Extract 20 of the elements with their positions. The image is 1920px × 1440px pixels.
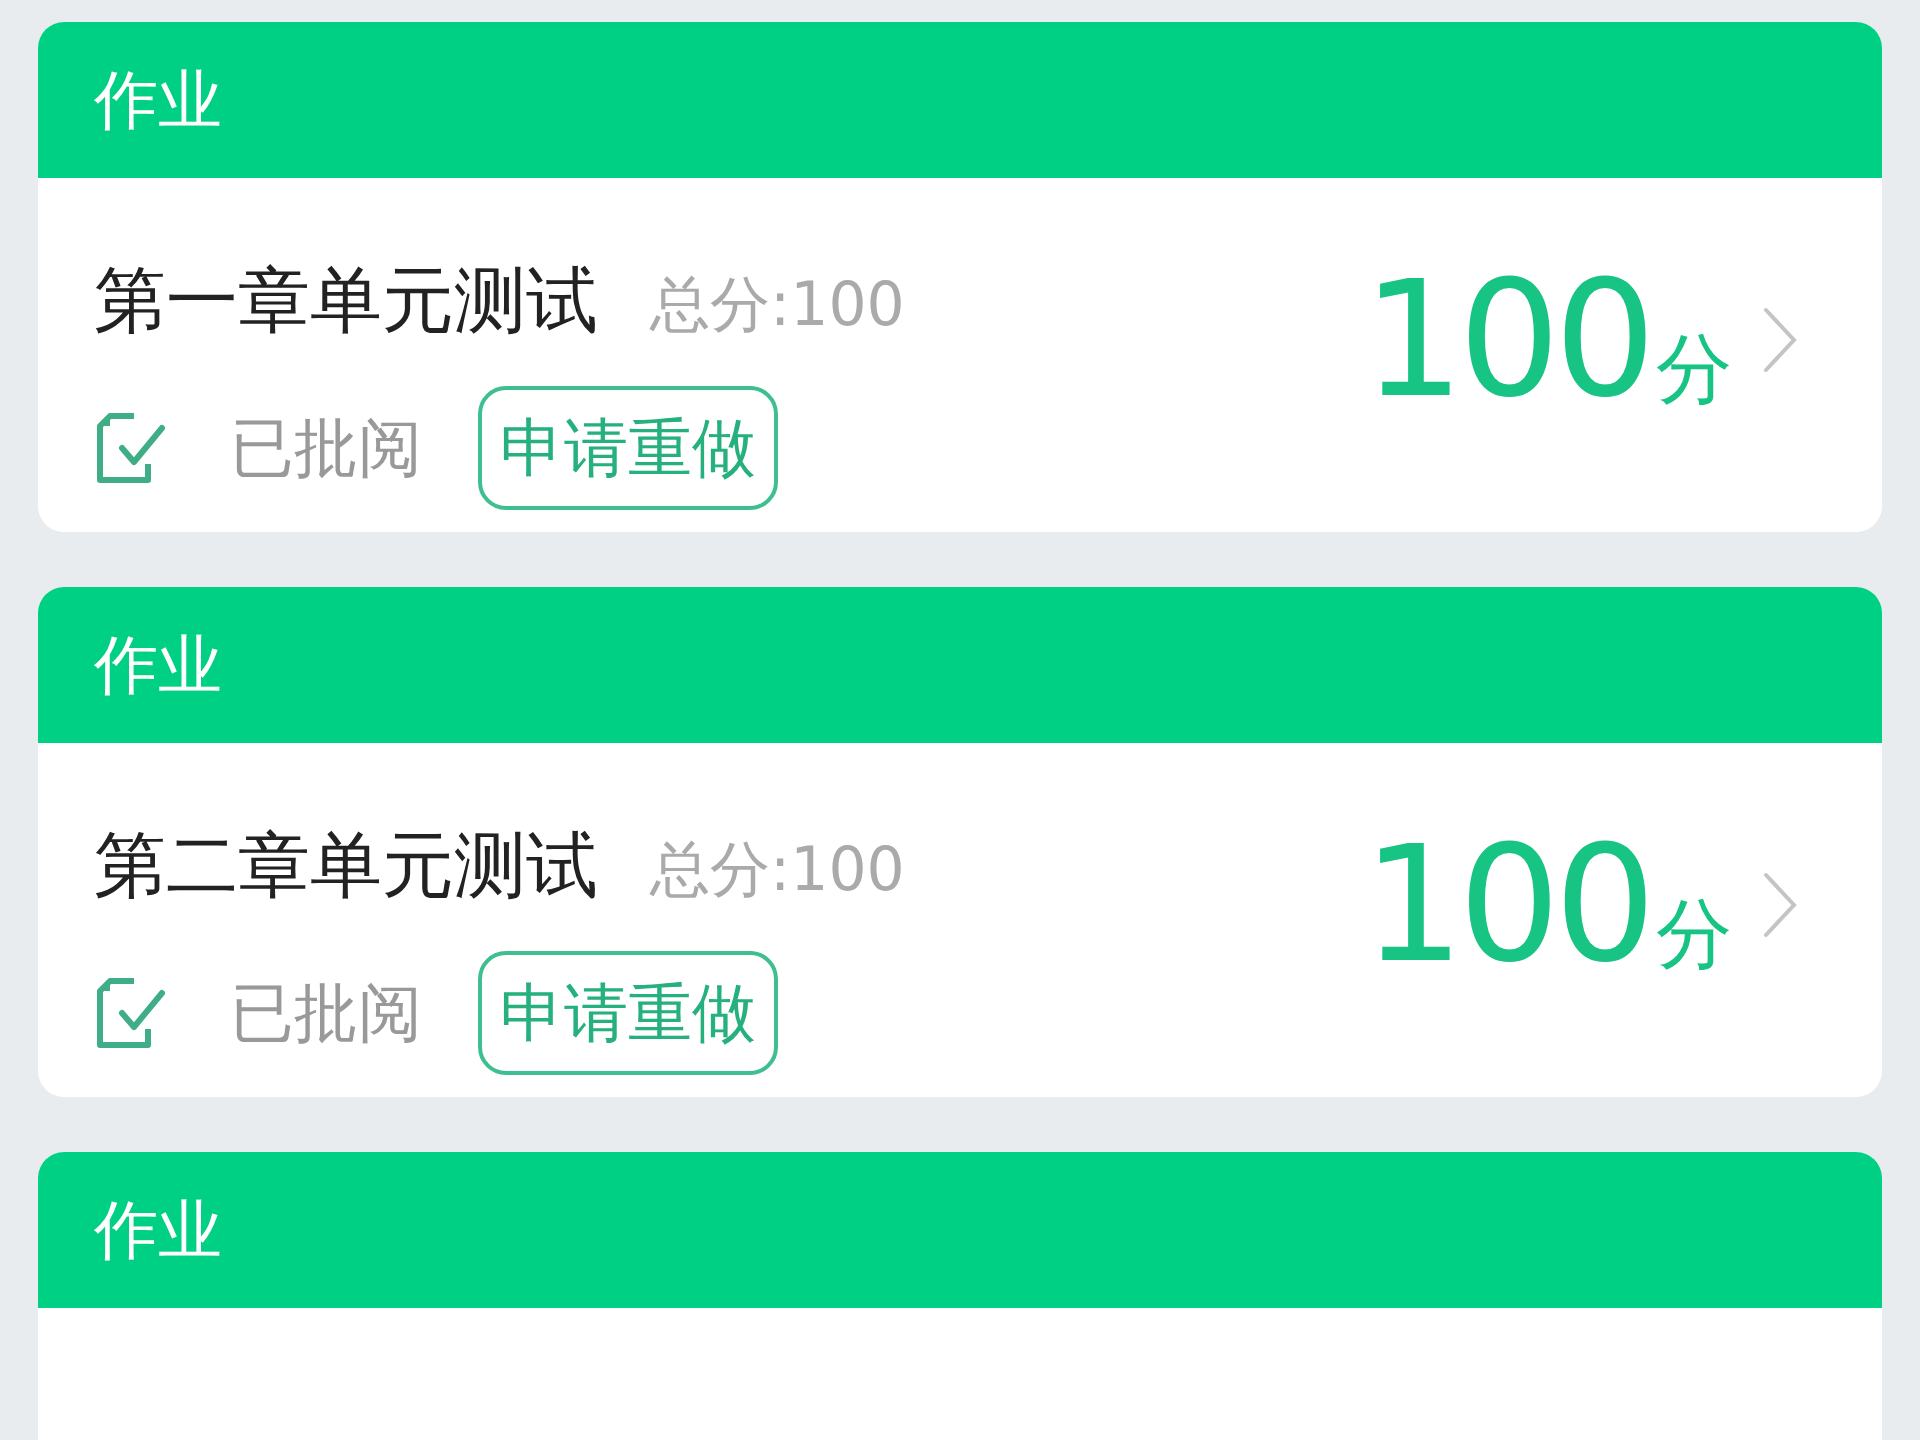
chevron-right-icon[interactable] — [1762, 306, 1798, 374]
assignment-card[interactable]: 作业 第一章单元测试 总分:100 已批阅 申请重做 100分 — [38, 22, 1882, 532]
chevron-right-icon[interactable] — [1762, 871, 1798, 939]
review-status: 已批阅 — [230, 981, 422, 1045]
card-category: 作业 — [94, 68, 222, 132]
card-category: 作业 — [94, 1198, 222, 1262]
assignment-title: 第二章单元测试 — [94, 827, 598, 903]
total-score: 总分:100 — [650, 274, 905, 334]
review-status: 已批阅 — [230, 416, 422, 480]
card-category: 作业 — [94, 633, 222, 697]
score-unit: 分 — [1656, 896, 1732, 972]
total-score: 总分:100 — [650, 839, 905, 899]
assignment-card[interactable]: 作业 第二章单元测试 总分:100 已批阅 申请重做 100分 — [38, 587, 1882, 1097]
score-value: 100 — [1362, 260, 1650, 420]
assignment-card[interactable]: 作业 — [38, 1152, 1882, 1440]
score-unit: 分 — [1656, 331, 1732, 407]
request-redo-button[interactable]: 申请重做 — [478, 951, 778, 1075]
score-value: 100 — [1362, 825, 1650, 985]
request-redo-button[interactable]: 申请重做 — [478, 386, 778, 510]
assignment-title: 第一章单元测试 — [94, 262, 598, 338]
